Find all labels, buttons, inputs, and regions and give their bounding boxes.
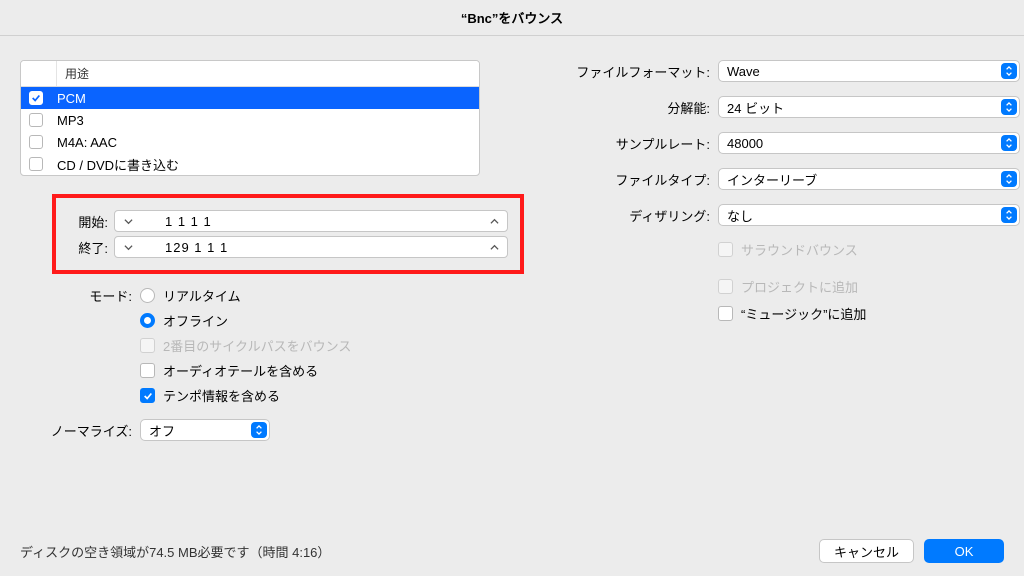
cancel-button[interactable]: キャンセル	[819, 539, 914, 563]
start-label: 開始:	[64, 212, 108, 231]
checkbox-second-cycle	[140, 338, 155, 353]
radio-offline[interactable]	[140, 313, 155, 328]
footer: ディスクの空き領域が74.5 MB必要です（時間 4:16） キャンセル OK	[0, 526, 1024, 576]
checkbox-add-music-label: “ミュージック”に追加	[741, 304, 866, 323]
range-highlight-frame: 開始: 1 1 1 1 終了: 129 1 1 1	[52, 194, 524, 274]
checkbox-include-tempo[interactable]	[140, 388, 155, 403]
file-format-select[interactable]: Wave	[718, 60, 1020, 82]
select-arrows-icon	[251, 422, 267, 438]
file-type-value: インターリーブ	[727, 170, 995, 189]
window-title: “Bnc”をバウンス	[0, 0, 1024, 36]
checkbox-include-tempo-label: テンポ情報を含める	[163, 386, 280, 405]
resolution-value: 24 ビット	[727, 98, 995, 117]
file-format-label: ファイルフォーマット:	[560, 62, 710, 81]
sample-rate-select[interactable]: 48000	[718, 132, 1020, 154]
list-item-label: CD / DVDに書き込む	[57, 155, 179, 174]
radio-realtime-label: リアルタイム	[163, 286, 241, 305]
list-row-cddvd[interactable]: CD / DVDに書き込む	[21, 153, 479, 175]
list-row-pcm[interactable]: PCM	[21, 87, 479, 109]
select-arrows-icon	[1001, 207, 1017, 223]
select-arrows-icon	[1001, 63, 1017, 79]
ok-button[interactable]: OK	[924, 539, 1004, 563]
select-arrows-icon	[1001, 135, 1017, 151]
checkbox-cddvd[interactable]	[29, 157, 43, 171]
list-header: 用途	[21, 61, 479, 87]
checkbox-pcm[interactable]	[29, 91, 43, 105]
list-item-label: PCM	[57, 91, 86, 106]
file-type-select[interactable]: インターリーブ	[718, 168, 1020, 190]
end-label: 終了:	[64, 238, 108, 257]
checkbox-second-cycle-label: 2番目のサイクルパスをバウンス	[163, 336, 351, 355]
checkbox-mp3[interactable]	[29, 113, 43, 127]
file-format-value: Wave	[727, 64, 995, 79]
normalize-value: オフ	[149, 421, 245, 440]
radio-realtime[interactable]	[140, 288, 155, 303]
file-type-label: ファイルタイプ:	[560, 170, 710, 189]
chevron-up-icon[interactable]	[487, 243, 501, 252]
dithering-select[interactable]: なし	[718, 204, 1020, 226]
sample-rate-label: サンプルレート:	[560, 134, 710, 153]
checkbox-surround	[718, 242, 733, 257]
list-row-m4a[interactable]: M4A: AAC	[21, 131, 479, 153]
chevron-down-icon[interactable]	[121, 217, 135, 226]
sample-rate-value: 48000	[727, 136, 995, 151]
select-arrows-icon	[1001, 171, 1017, 187]
list-header-label: 用途	[57, 65, 89, 82]
checkbox-include-tail[interactable]	[140, 363, 155, 378]
normalize-label: ノーマライズ:	[20, 421, 132, 440]
resolution-label: 分解能:	[560, 98, 710, 117]
checkbox-add-project	[718, 279, 733, 294]
checkbox-add-project-label: プロジェクトに追加	[741, 277, 858, 296]
start-position-stepper[interactable]: 1 1 1 1	[114, 210, 508, 232]
disk-space-text: ディスクの空き領域が74.5 MB必要です（時間 4:16）	[20, 542, 809, 561]
select-arrows-icon	[1001, 99, 1017, 115]
mode-label: モード:	[66, 286, 132, 305]
list-item-label: M4A: AAC	[57, 135, 117, 150]
list-item-label: MP3	[57, 113, 84, 128]
start-value[interactable]: 1 1 1 1	[135, 214, 487, 229]
normalize-select[interactable]: オフ	[140, 419, 270, 441]
checkbox-m4a[interactable]	[29, 135, 43, 149]
checkbox-include-tail-label: オーディオテールを含める	[163, 361, 318, 380]
radio-offline-label: オフライン	[163, 311, 228, 330]
checkbox-add-music[interactable]	[718, 306, 733, 321]
resolution-select[interactable]: 24 ビット	[718, 96, 1020, 118]
end-position-stepper[interactable]: 129 1 1 1	[114, 236, 508, 258]
chevron-down-icon[interactable]	[121, 243, 135, 252]
destination-list[interactable]: 用途 PCM MP3 M4A: AAC CD / DVDに書き込む	[20, 60, 480, 176]
list-row-mp3[interactable]: MP3	[21, 109, 479, 131]
dithering-label: ディザリング:	[560, 206, 710, 225]
chevron-up-icon[interactable]	[487, 217, 501, 226]
checkbox-surround-label: サラウンドバウンス	[741, 240, 858, 259]
end-value[interactable]: 129 1 1 1	[135, 240, 487, 255]
dithering-value: なし	[727, 206, 995, 225]
